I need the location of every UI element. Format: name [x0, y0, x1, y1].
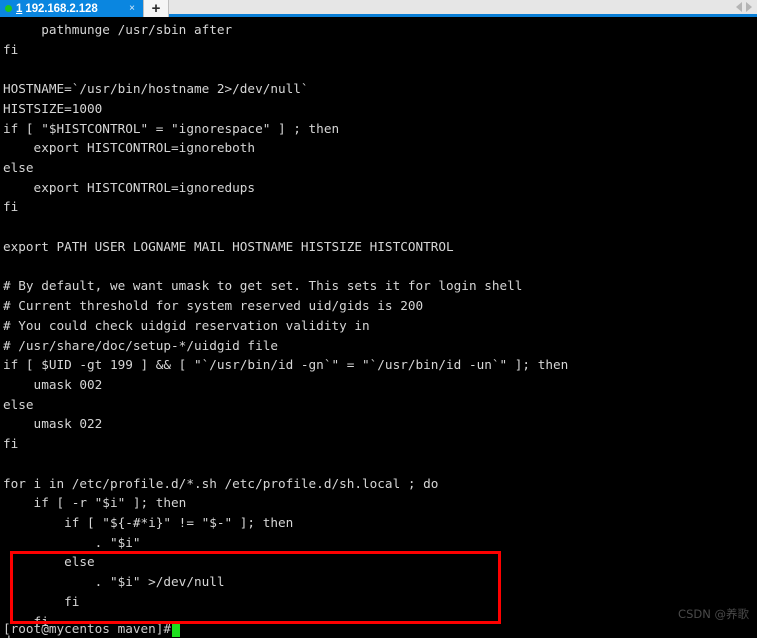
terminal-line: fi	[3, 199, 19, 215]
terminal-line: HISTSIZE=1000	[3, 100, 103, 116]
terminal-output[interactable]: pathmunge /usr/sbin after fi HOSTNAME=`/u…	[0, 20, 757, 638]
terminal-window: 1 192.168.2.128 × + pathmunge /usr/sbin …	[0, 0, 757, 638]
terminal-line: # By default, we want umask to get set. …	[3, 278, 523, 294]
terminal-line: for i in /etc/profile.d/*.sh /etc/profil…	[3, 475, 439, 491]
terminal-line: if [ -r "$i" ]; then	[3, 495, 187, 511]
text-cursor	[172, 621, 181, 637]
green-status-dot-icon	[5, 5, 12, 12]
terminal-line: export HISTCONTROL=ignoredups	[3, 179, 256, 195]
triangle-left-icon[interactable]	[736, 2, 742, 12]
terminal-line: else	[3, 160, 34, 176]
terminal-line: . "$i"	[3, 534, 141, 550]
terminal-line: HOSTNAME=`/usr/bin/hostname 2>/dev/null`	[3, 81, 309, 97]
terminal-line: # You could check uidgid reservation val…	[3, 317, 370, 333]
terminal-line: pathmunge /usr/sbin after	[3, 22, 233, 37]
terminal-line: fi	[3, 593, 80, 609]
terminal-line: if [ "${-#*i}" != "$-" ]; then	[3, 514, 294, 530]
tab-host: 192.168.2.128	[22, 2, 98, 15]
terminal-line: export HISTCONTROL=ignoreboth	[3, 140, 256, 156]
terminal-line: fi	[3, 41, 19, 57]
tab-bar: 1 192.168.2.128 × +	[0, 0, 757, 17]
terminal-lines: pathmunge /usr/sbin after fi HOSTNAME=`/u…	[3, 20, 757, 638]
terminal-line: # /usr/share/doc/setup-*/uidgid file	[3, 337, 278, 353]
terminal-line: if [ $UID -gt 199 ] && [ "`/usr/bin/id -…	[3, 357, 569, 373]
close-icon[interactable]: ×	[119, 3, 139, 14]
terminal-line: fi	[3, 436, 19, 452]
watermark: CSDN @养歌	[678, 607, 749, 621]
terminal-line: if [ "$HISTCONTROL" = "ignorespace" ] ; …	[3, 120, 340, 136]
terminal-line: else	[3, 554, 95, 570]
terminal-line: else	[3, 396, 34, 412]
shell-prompt-line[interactable]: [root@mycentos maven]#	[3, 620, 181, 638]
terminal-line: umask 002	[3, 376, 103, 392]
tab-label: 1 192.168.2.128	[16, 3, 98, 15]
terminal-line: export PATH USER LOGNAME MAIL HOSTNAME H…	[3, 238, 454, 254]
tab-scroll-controls	[736, 0, 757, 14]
terminal-line: # Current threshold for system reserved …	[3, 298, 424, 314]
terminal-line: umask 022	[3, 416, 103, 432]
terminal-line: . "$i" >/dev/null	[3, 574, 225, 590]
tab-192-168-2-128[interactable]: 1 192.168.2.128 ×	[0, 0, 143, 17]
new-tab-button[interactable]: +	[143, 0, 169, 17]
triangle-right-icon[interactable]	[746, 2, 752, 12]
tab-bar-empty-area	[169, 0, 736, 14]
prompt-text: [root@mycentos maven]#	[3, 621, 172, 636]
